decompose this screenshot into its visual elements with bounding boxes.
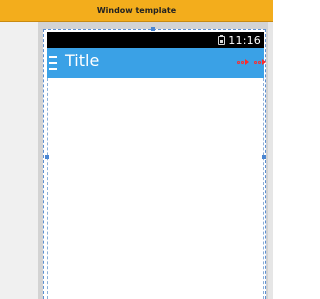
designer-stage: Window template 11:16 Title (0, 0, 273, 299)
resize-handle-left[interactable] (45, 155, 49, 159)
resize-handle-top[interactable] (151, 27, 155, 31)
resize-handle-right[interactable] (262, 155, 266, 159)
battery-icon (218, 34, 226, 45)
hamburger-menu-icon[interactable] (49, 56, 57, 70)
canvas-right-margin (268, 22, 273, 299)
action-item-icon[interactable] (237, 58, 249, 66)
action-bar-title: Title (65, 51, 100, 70)
action-bar[interactable]: Title (47, 48, 266, 78)
action-item-icon[interactable] (254, 58, 266, 66)
window-title: Window template (96, 5, 177, 15)
canvas-left-margin (0, 22, 38, 299)
window-content-area[interactable] (47, 78, 264, 299)
window-titlebar[interactable]: Window template (0, 0, 273, 22)
status-bar: 11:16 (47, 32, 264, 48)
status-time: 11:16 (228, 33, 261, 47)
